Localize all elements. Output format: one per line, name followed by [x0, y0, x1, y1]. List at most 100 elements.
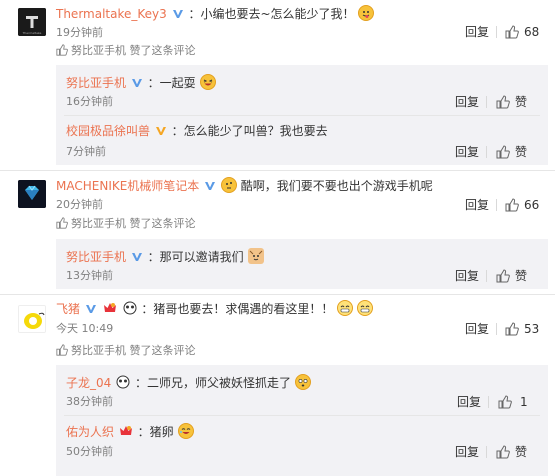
verified-v-icon	[85, 305, 96, 313]
like-count[interactable]: 1	[520, 395, 528, 409]
reply-list: 努比亚手机 ：那可以邀请我们 13分钟前 回复 赞	[56, 239, 548, 289]
comment-text: ：猪哥也要去！求偶遇的看这里！！	[141, 302, 334, 316]
divider	[486, 270, 487, 282]
like-button[interactable]: 赞	[515, 95, 527, 109]
verified-v-icon	[155, 127, 166, 135]
vip-crown-icon	[103, 303, 116, 312]
thumbs-up-icon[interactable]	[496, 445, 510, 459]
reply-button[interactable]: 回复	[465, 25, 489, 39]
fliggy-logo-icon	[19, 306, 45, 332]
username-link[interactable]: MACHENIKE机械师笔记本	[56, 179, 199, 193]
thumbs-up-icon[interactable]	[496, 95, 510, 109]
avatar[interactable]: Thermaltake	[18, 8, 46, 36]
like-button[interactable]: 赞	[515, 145, 527, 159]
divider	[496, 323, 497, 335]
thumbs-up-icon[interactable]	[505, 322, 519, 336]
divider	[486, 446, 487, 458]
liked-by-text: 努比亚手机 赞了这条评论	[71, 217, 196, 230]
thumbs-up-icon[interactable]	[496, 145, 510, 159]
reply-text: ：猪卵	[137, 425, 174, 439]
thumbs-up-icon[interactable]	[496, 269, 510, 283]
comment-line: Thermaltake_Key3 ：小编也要去~怎么能少了我！	[56, 5, 375, 22]
reply-button[interactable]: 回复	[465, 322, 489, 336]
reply-time: 16分钟前	[66, 95, 113, 108]
reply-button[interactable]: 回复	[457, 395, 481, 409]
liked-by-text: 努比亚手机 赞了这条评论	[71, 344, 196, 357]
thumbs-up-icon[interactable]	[505, 198, 519, 212]
reply-time: 50分钟前	[66, 445, 113, 458]
vip-crown-icon	[119, 426, 132, 435]
tongue-emoji-icon	[358, 5, 375, 21]
liked-by-text: 努比亚手机 赞了这条评论	[71, 44, 196, 57]
machenike-diamond-logo-icon	[18, 180, 46, 208]
thumbs-up-icon[interactable]	[498, 395, 512, 409]
reply-text: ：那可以邀请我们	[147, 250, 244, 264]
comment-divider	[0, 294, 555, 295]
username-link[interactable]: 校园极品徐叫兽	[66, 124, 150, 138]
crying-laugh-emoji-icon	[177, 423, 194, 439]
thumbs-up-icon	[56, 44, 68, 56]
reply-time: 13分钟前	[66, 269, 113, 282]
comment-line: 飞猪 ：猪哥也要去！求偶遇的看这里！！	[56, 300, 373, 317]
laughing-emoji-icon	[199, 74, 216, 90]
reply-button[interactable]: 回复	[455, 145, 479, 159]
panda-badge-icon	[116, 375, 130, 389]
thumbs-up-icon	[56, 217, 68, 229]
reply-time: 38分钟前	[66, 395, 113, 408]
divider	[64, 415, 540, 416]
divider	[486, 146, 487, 158]
comment-divider	[0, 170, 555, 171]
divider	[64, 115, 540, 116]
grin-emoji-icon	[337, 300, 354, 316]
comment-time: 今天 10:49	[56, 322, 114, 335]
reply-line: 子龙_04 ：二师兄，师父被妖怪抓走了	[66, 374, 311, 391]
cat-emoji-icon	[247, 248, 264, 264]
reply-button[interactable]: 回复	[455, 445, 479, 459]
reply-text: ：怎么能少了叫兽？我也要去	[171, 124, 328, 138]
avatar[interactable]	[18, 180, 46, 208]
svg-text:Thermaltake: Thermaltake	[22, 31, 42, 35]
divider	[496, 26, 497, 38]
grin-emoji-icon	[357, 300, 373, 316]
divider	[496, 199, 497, 211]
shocked-emoji-icon	[294, 374, 311, 390]
reply-list: 子龙_04 ：二师兄，师父被妖怪抓走了 38分钟前 回复 1 佑为人织 ：猪卵 …	[56, 365, 548, 476]
username-link[interactable]: 子龙_04	[66, 376, 111, 390]
username-link[interactable]: 佑为人织	[66, 425, 114, 439]
divider	[486, 96, 487, 108]
username-link[interactable]: 努比亚手机	[66, 76, 126, 90]
reply-time: 7分钟前	[66, 145, 106, 158]
like-count[interactable]: 53	[524, 322, 539, 336]
reply-line: 校园极品徐叫兽 ：怎么能少了叫兽？我也要去	[66, 123, 328, 139]
verified-v-icon	[205, 182, 216, 190]
like-count[interactable]: 66	[524, 198, 539, 212]
avatar[interactable]	[18, 305, 46, 333]
verified-v-icon	[131, 79, 142, 87]
username-link[interactable]: Thermaltake_Key3	[56, 7, 167, 21]
username-link[interactable]: 努比亚手机	[66, 250, 126, 264]
like-count[interactable]: 68	[524, 25, 539, 39]
verified-v-icon	[172, 10, 183, 18]
reply-line: 努比亚手机 ：一起耍	[66, 74, 216, 91]
comment-time: 19分钟前	[56, 26, 103, 39]
comment-text: ：小编也要去~怎么能少了我！	[188, 7, 355, 21]
panda-badge-icon	[123, 301, 136, 315]
like-button[interactable]: 赞	[515, 269, 527, 283]
thinking-emoji-icon	[220, 177, 237, 193]
reply-line: 努比亚手机 ：那可以邀请我们	[66, 248, 264, 265]
username-link[interactable]: 飞猪	[56, 302, 80, 316]
reply-text: ：一起耍	[147, 76, 196, 90]
comment-text: 酷啊，我们要不要也出个游戏手机呢	[240, 179, 433, 193]
verified-v-icon	[131, 253, 142, 261]
reply-text: ：二师兄，师父被妖怪抓走了	[134, 376, 291, 390]
reply-button[interactable]: 回复	[455, 269, 479, 283]
divider	[488, 396, 489, 408]
like-button[interactable]: 赞	[515, 445, 527, 459]
comment-time: 20分钟前	[56, 198, 103, 211]
reply-button[interactable]: 回复	[465, 198, 489, 212]
reply-line: 佑为人织 ：猪卵	[66, 423, 194, 440]
thumbs-up-icon[interactable]	[505, 25, 519, 39]
reply-button[interactable]: 回复	[455, 95, 479, 109]
comment-line: MACHENIKE机械师笔记本 酷啊，我们要不要也出个游戏手机呢	[56, 177, 433, 194]
thumbs-up-icon	[56, 344, 68, 356]
